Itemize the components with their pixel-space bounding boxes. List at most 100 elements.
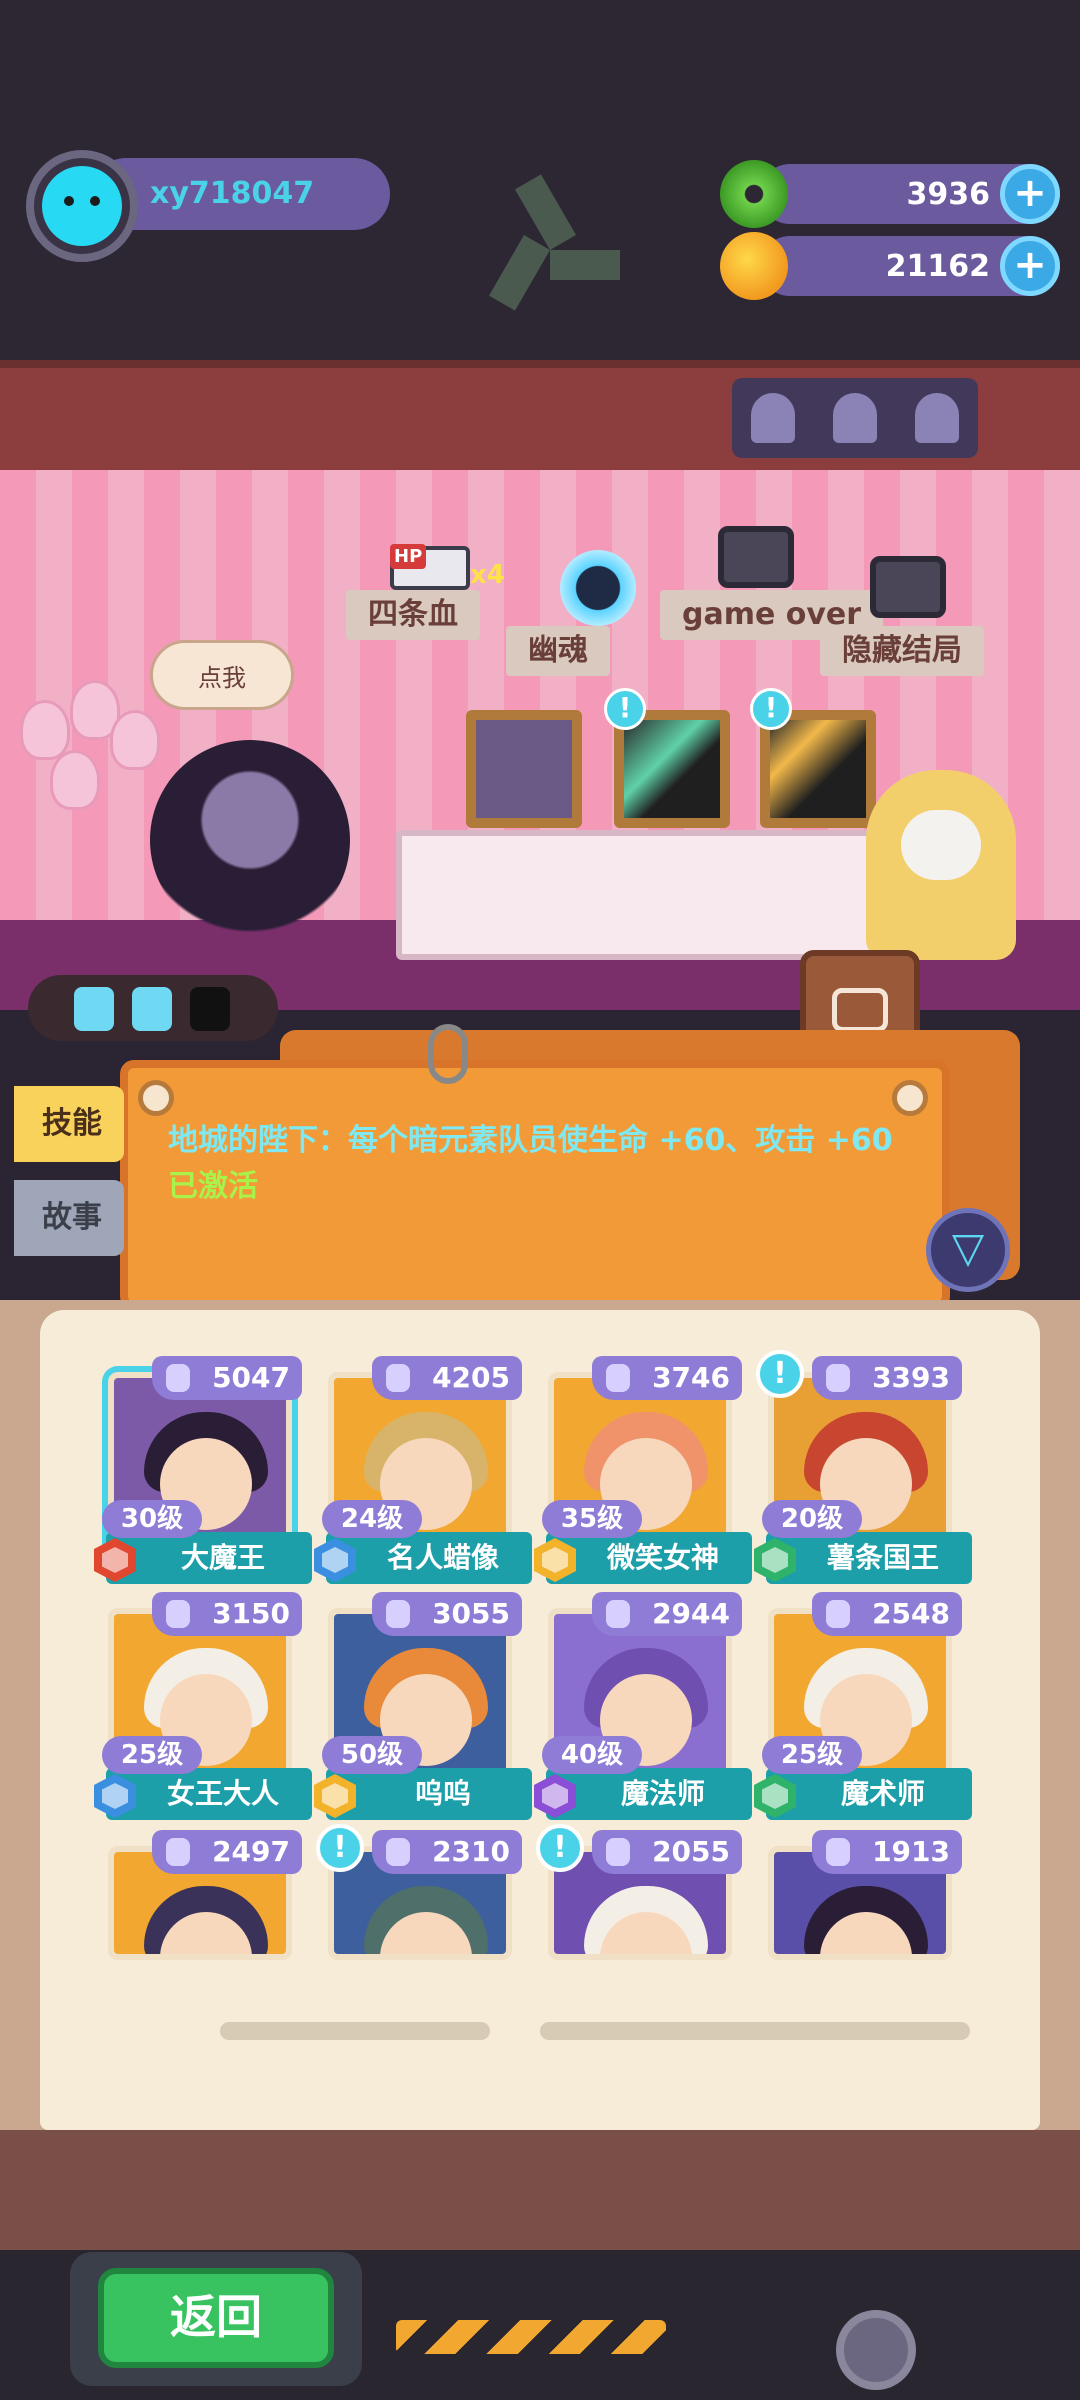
character-name: 呜呜 (326, 1768, 532, 1820)
power-value: 1913 (872, 1835, 950, 1868)
white-desk (396, 830, 876, 960)
photo-frame-1[interactable] (466, 710, 582, 828)
level-badge: 20级 (762, 1500, 862, 1538)
alert-icon: ! (604, 688, 646, 730)
character-card[interactable]: 3150 女王大人 25级 (94, 1592, 312, 1820)
shelf-label-four-hp[interactable]: 四条血 (346, 590, 480, 640)
blurred-text-line (220, 2022, 490, 2040)
power-value: 3746 (652, 1361, 730, 1394)
character-name: 女王大人 (106, 1768, 312, 1820)
energy-cell-icon (74, 987, 114, 1031)
table-surface (0, 2130, 1080, 2270)
tap-me-bubble[interactable]: 点我 (150, 640, 294, 710)
character-card[interactable]: 3746 微笑女神 35级 (534, 1356, 752, 1584)
character-name: 微笑女神 (546, 1532, 752, 1584)
pin-icon (138, 1080, 174, 1116)
level-badge: 50级 (322, 1736, 422, 1774)
skill-effect-text: 地城的陛下：每个暗元素队员使生命 +60、攻击 +60 (168, 1123, 893, 1158)
avatar[interactable] (26, 150, 138, 262)
add-coin-button[interactable]: + (1000, 236, 1060, 296)
ghost-display-icon (732, 378, 978, 458)
username: xy718047 (150, 176, 315, 211)
shelf-label-hidden-ending[interactable]: 隐藏结局 (820, 626, 984, 676)
power-badge: 4205 (372, 1356, 522, 1400)
alert-icon: ! (750, 688, 792, 730)
fist-icon (826, 1364, 850, 1392)
level-badge: 25级 (102, 1736, 202, 1774)
character-card[interactable]: 1913 (760, 1830, 962, 1960)
character-card[interactable]: 2497 (100, 1830, 302, 1960)
character-card[interactable]: 3055 呜呜 50级 (314, 1592, 532, 1820)
back-button[interactable]: 返回 (98, 2268, 334, 2368)
character-card[interactable]: 2310! (316, 1824, 522, 1960)
character-name: 大魔王 (106, 1532, 312, 1584)
level-badge: 30级 (102, 1500, 202, 1538)
power-value: 5047 (212, 1361, 290, 1394)
skill-status: 已激活 (168, 1169, 258, 1204)
character-name: 魔法师 (546, 1768, 752, 1820)
power-badge: 2548 (812, 1592, 962, 1636)
level-badge: 25级 (762, 1736, 862, 1774)
cat-avatar-icon (42, 166, 122, 246)
hazard-stripe (396, 2320, 666, 2354)
power-badge: 2497 (152, 1830, 302, 1874)
fist-icon (826, 1838, 850, 1866)
gallery-icon (832, 988, 888, 1032)
energy-bar (28, 975, 278, 1041)
power-badge: 2944 (592, 1592, 742, 1636)
power-value: 2497 (212, 1835, 290, 1868)
donut-currency: 3936 + (720, 160, 1060, 228)
fist-icon (606, 1838, 630, 1866)
coin-currency: 21162 + (720, 232, 1060, 300)
tab-skill[interactable]: 技能 (14, 1086, 124, 1162)
skill-description: 地城的陛下：每个暗元素队员使生命 +60、攻击 +60 已激活 (168, 1118, 928, 1210)
power-badge: 3746 (592, 1356, 742, 1400)
filter-button[interactable]: ▽ (926, 1208, 1010, 1292)
filter-icon: ▽ (951, 1223, 985, 1272)
power-badge: 3055 (372, 1592, 522, 1636)
power-value: 4205 (432, 1361, 510, 1394)
energy-cell-icon (132, 987, 172, 1031)
fist-icon (386, 1600, 410, 1628)
power-badge: 1913 (812, 1830, 962, 1874)
power-badge: 2310 (372, 1830, 522, 1874)
character-card[interactable]: 3393 薯条国王 20级! (754, 1350, 972, 1584)
skeleton-girl-character[interactable] (866, 770, 1016, 960)
energy-cell-empty-icon (190, 987, 230, 1031)
power-value: 2055 (652, 1835, 730, 1868)
tab-story[interactable]: 故事 (14, 1180, 124, 1256)
character-card[interactable]: 2055! (536, 1824, 742, 1960)
character-card[interactable]: 2548 魔术师 25级 (754, 1592, 972, 1820)
fist-icon (826, 1600, 850, 1628)
level-badge: 40级 (542, 1736, 642, 1774)
shelf-label-ghost[interactable]: 幽魂 (506, 626, 610, 676)
hp-count: x4 (470, 560, 505, 590)
character-name: 名人蜡像 (326, 1532, 532, 1584)
knob-icon (836, 2310, 916, 2390)
character-card[interactable]: 4205 名人蜡像 24级 (314, 1356, 532, 1584)
hidden-ending-tv-icon (870, 556, 946, 618)
power-value: 3150 (212, 1597, 290, 1630)
power-value: 3393 (872, 1361, 950, 1394)
power-value: 2944 (652, 1597, 730, 1630)
fist-icon (166, 1600, 190, 1628)
donut-amount: 3936 (906, 177, 991, 212)
add-donut-button[interactable]: + (1000, 164, 1060, 224)
power-value: 3055 (432, 1597, 510, 1630)
power-badge: 2055 (592, 1830, 742, 1874)
power-value: 2310 (432, 1835, 510, 1868)
fist-icon (386, 1364, 410, 1392)
character-card[interactable]: 2944 魔法师 40级 (534, 1592, 752, 1820)
fist-icon (166, 1364, 190, 1392)
character-card[interactable]: 5047 大魔王 30级 (94, 1356, 312, 1584)
coin-amount: 21162 (885, 249, 990, 284)
tombstone-tv-icon (718, 526, 794, 588)
character-name: 薯条国王 (766, 1532, 972, 1584)
pin-icon (892, 1080, 928, 1116)
ghost-skull-icon (560, 550, 636, 626)
fist-icon (166, 1838, 190, 1866)
fist-icon (606, 1364, 630, 1392)
fist-icon (386, 1838, 410, 1866)
fan-icon (489, 174, 630, 330)
dark-queen-character[interactable] (150, 740, 350, 940)
